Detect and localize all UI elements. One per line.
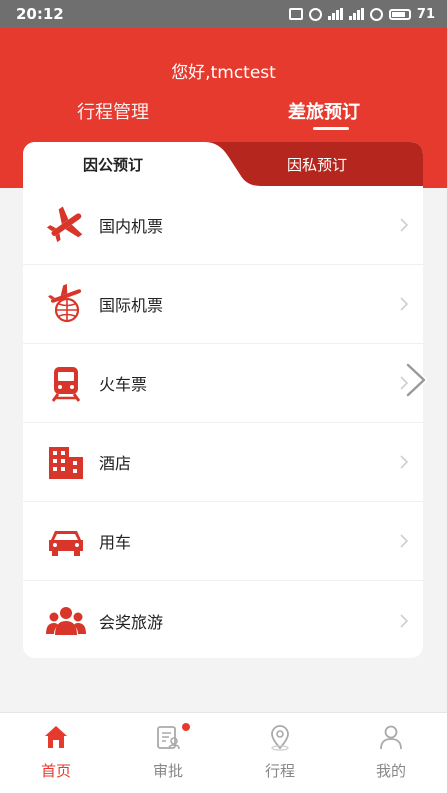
signal-icon bbox=[327, 8, 343, 20]
top-tabs: 行程管理 差旅预订 bbox=[0, 98, 447, 138]
menu-item-label: 酒店 bbox=[99, 454, 132, 473]
menu-item-label: 用车 bbox=[99, 533, 132, 552]
signal-icon-2 bbox=[348, 8, 364, 20]
tab-business-booking[interactable]: 因公预订 bbox=[83, 154, 143, 175]
menu-item-international-flight[interactable]: 国际机票 bbox=[23, 265, 423, 344]
bottom-nav: 首页 审批 行程 我的 bbox=[0, 712, 447, 793]
tab-private-booking[interactable]: 因私预订 bbox=[287, 154, 347, 175]
alarm-icon bbox=[308, 7, 322, 21]
booking-card: 因公预订 因私预订 国内机票 国际机票 火车票 酒店 用车 会奖旅游 bbox=[23, 142, 423, 658]
menu-item-label: 火车票 bbox=[99, 375, 148, 394]
car-icon bbox=[46, 521, 86, 561]
status-bar: 20:12 71 bbox=[0, 0, 447, 28]
chevron-right-icon bbox=[400, 455, 409, 469]
battery-level: 71 bbox=[416, 6, 435, 22]
international-flight-icon bbox=[46, 284, 86, 324]
group-icon bbox=[46, 601, 86, 641]
next-page-arrow-icon[interactable] bbox=[402, 362, 432, 398]
hotel-icon bbox=[46, 442, 86, 482]
menu-item-car[interactable]: 用车 bbox=[23, 502, 423, 581]
active-tab-indicator bbox=[313, 127, 349, 130]
menu-item-mice-travel[interactable]: 会奖旅游 bbox=[23, 581, 423, 658]
greeting-text: 您好,tmctest bbox=[171, 63, 276, 83]
chevron-right-icon bbox=[400, 613, 409, 628]
approval-icon bbox=[157, 726, 180, 750]
menu-item-label: 国内机票 bbox=[99, 217, 164, 236]
nav-label: 首页 bbox=[40, 762, 71, 780]
menu-item-hotel[interactable]: 酒店 bbox=[23, 423, 423, 502]
nav-profile[interactable]: 我的 bbox=[335, 713, 447, 793]
chevron-right-icon bbox=[400, 534, 409, 548]
train-icon bbox=[46, 363, 86, 403]
chevron-right-icon bbox=[400, 218, 409, 232]
notification-dot bbox=[182, 723, 190, 731]
home-icon bbox=[45, 726, 67, 748]
battery-icon bbox=[388, 8, 411, 20]
user-icon bbox=[380, 725, 402, 750]
status-time: 20:12 bbox=[16, 5, 64, 23]
wifi-icon bbox=[369, 7, 383, 21]
nav-label: 审批 bbox=[152, 762, 183, 780]
nav-label: 我的 bbox=[375, 762, 406, 780]
status-icons: 71 bbox=[288, 6, 435, 22]
menu-item-label: 国际机票 bbox=[99, 296, 164, 315]
nav-home[interactable]: 首页 bbox=[0, 713, 112, 793]
nav-itinerary[interactable]: 行程 bbox=[224, 713, 336, 793]
nav-approval[interactable]: 审批 bbox=[112, 713, 224, 793]
menu-item-domestic-flight[interactable]: 国内机票 bbox=[23, 186, 423, 265]
chevron-right-icon bbox=[400, 297, 409, 311]
menu-item-train[interactable]: 火车票 bbox=[23, 344, 423, 423]
vibrate-icon bbox=[288, 8, 303, 20]
tab-trip-management[interactable]: 行程管理 bbox=[77, 98, 149, 124]
service-menu: 国内机票 国际机票 火车票 酒店 用车 会奖旅游 bbox=[23, 186, 423, 658]
menu-item-label: 会奖旅游 bbox=[99, 612, 164, 632]
booking-type-switch: 因公预订 因私预订 bbox=[23, 142, 423, 186]
tab-travel-booking[interactable]: 差旅预订 bbox=[288, 98, 360, 124]
nav-label: 行程 bbox=[264, 762, 295, 780]
location-pin-icon bbox=[271, 725, 289, 751]
airplane-icon bbox=[46, 205, 86, 245]
